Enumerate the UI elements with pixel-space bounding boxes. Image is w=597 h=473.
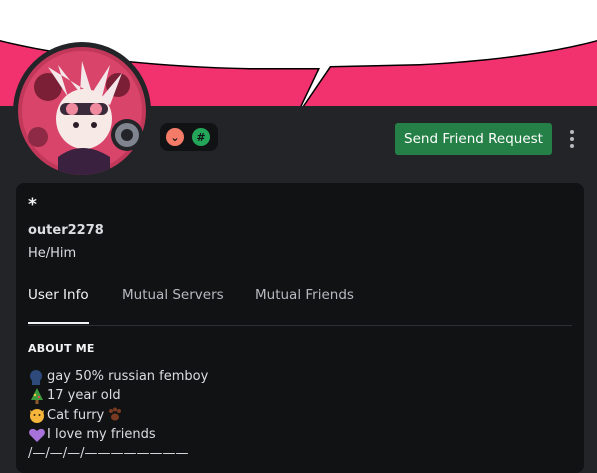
tab-user-info[interactable]: User Info <box>28 285 89 324</box>
display-name: * <box>28 195 37 215</box>
christmas-tree-icon <box>31 387 43 404</box>
badge-list: ⌄ # <box>160 123 218 151</box>
cat-face-icon <box>30 409 44 424</box>
about-line-text: /—/—/—/———————— <box>28 446 189 462</box>
paw-prints-icon <box>109 407 122 421</box>
about-me-text: gay 50% russian femboy 17 year old Cat f… <box>28 367 208 463</box>
about-line: Cat furry <box>28 406 208 425</box>
about-me-heading: ABOUT ME <box>28 342 95 355</box>
about-line: gay 50% russian femboy <box>28 367 208 386</box>
tab-mutual-servers[interactable]: Mutual Servers <box>122 285 224 324</box>
about-line: /—/—/—/———————— <box>28 444 208 463</box>
purple-heart-icon <box>29 428 45 442</box>
about-line: 17 year old <box>28 386 208 405</box>
avatar[interactable] <box>13 42 151 180</box>
pronouns: He/Him <box>28 246 77 261</box>
profile-tabs: User Info Mutual Servers Mutual Friends <box>28 285 572 326</box>
send-friend-request-button[interactable]: Send Friend Request <box>395 123 552 155</box>
about-line: I love my friends <box>28 425 208 444</box>
about-line-text: 17 year old <box>47 388 121 404</box>
status-indicator <box>111 119 143 151</box>
speaking-head-icon <box>30 369 42 385</box>
about-line-text: I love my friends <box>47 426 156 442</box>
username[interactable]: outer2278 <box>28 223 104 238</box>
more-options-icon[interactable] <box>562 126 582 152</box>
offline-status-icon <box>115 123 139 147</box>
avatar-image <box>18 47 146 175</box>
nitro-badge-icon[interactable]: ⌄ <box>166 128 184 146</box>
about-line-text: Cat furry <box>47 407 105 423</box>
hashtag-badge-icon[interactable]: # <box>192 128 210 146</box>
tab-mutual-friends[interactable]: Mutual Friends <box>255 285 354 324</box>
about-line-text: gay 50% russian femboy <box>47 369 209 384</box>
profile-card: * outer2278 He/Him User Info Mutual Serv… <box>16 183 584 473</box>
